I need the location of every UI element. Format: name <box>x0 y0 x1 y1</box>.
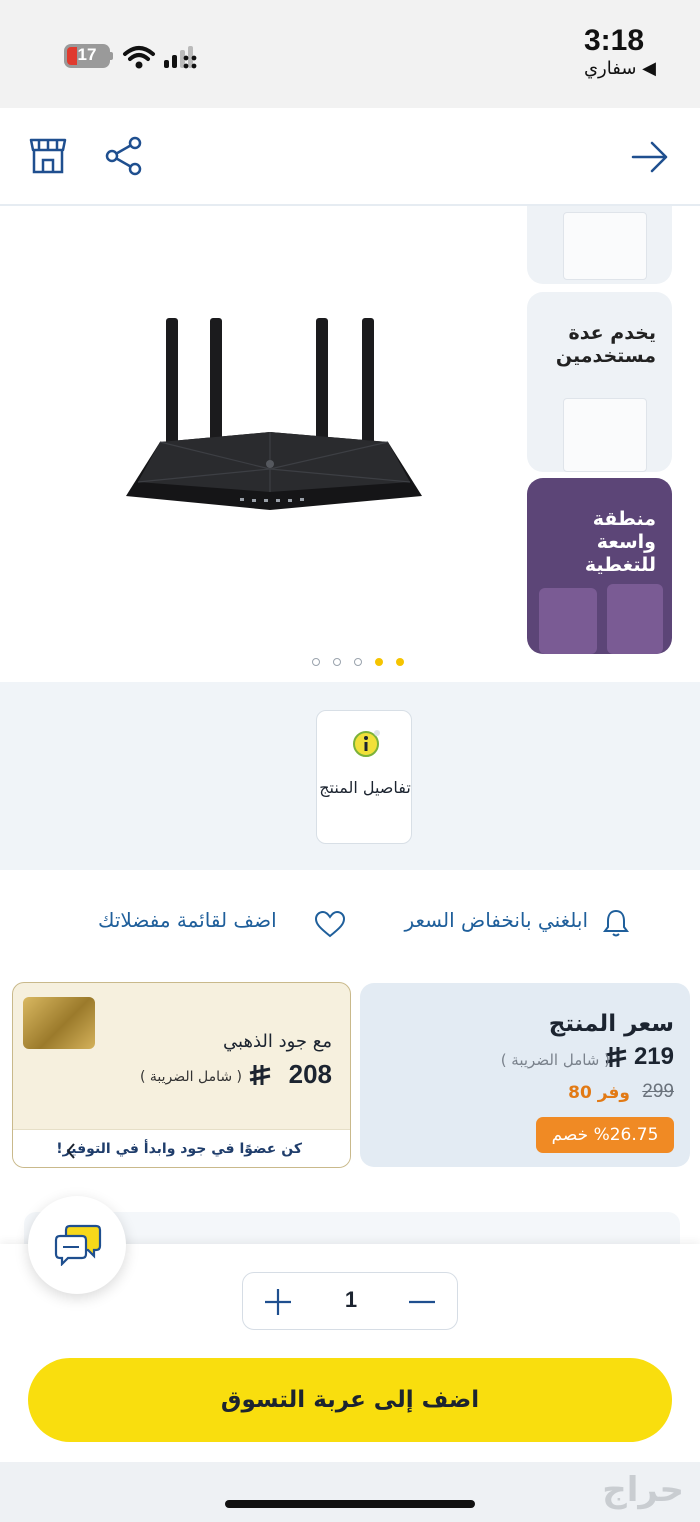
vat-note: ( شامل الضريبة ) <box>500 1051 610 1069</box>
gold-vat-note: ( شامل الضريبة ) <box>139 1069 242 1085</box>
wishlist-link[interactable]: اضف لقائمة مفضلاتك <box>98 908 277 932</box>
quantity-stepper: 1 <box>242 1272 458 1330</box>
price-card: سعر المنتج 219 ( شامل الضريبة ) 299 وفر … <box>360 983 690 1167</box>
gallery-thumb[interactable] <box>527 206 672 284</box>
forward-arrow-icon[interactable] <box>630 140 670 174</box>
cart-sheet: 1 اضف إلى عربة التسوق <box>0 1244 700 1522</box>
heart-icon[interactable] <box>314 910 346 938</box>
minus-icon[interactable] <box>407 1287 437 1317</box>
store-icon[interactable] <box>28 136 68 176</box>
chat-bubbles-icon <box>54 1224 102 1266</box>
clock: 3:18 <box>583 24 644 57</box>
battery-level: 17 <box>77 45 97 64</box>
chat-button[interactable] <box>28 1196 126 1294</box>
gold-membership-card[interactable]: مع جود الذهبي 208 ( شامل الضريبة ) كن عض… <box>12 982 351 1168</box>
gold-price: 208 <box>288 1059 332 1089</box>
share-icon[interactable] <box>104 136 144 176</box>
gallery-pagination <box>0 658 700 672</box>
signal-icon <box>164 46 197 69</box>
page-dot[interactable] <box>333 658 341 666</box>
gallery-thumb[interactable]: منطقة واسعة للتغطية <box>527 478 672 654</box>
back-to-safari-link[interactable]: ◀ سفاري <box>584 58 656 79</box>
home-indicator[interactable] <box>225 1500 475 1508</box>
bottom-strip <box>0 1462 700 1522</box>
price-title: سعر المنتج <box>548 1011 674 1037</box>
bell-icon <box>603 909 629 937</box>
saving-amount: وفر 80 <box>568 1083 630 1103</box>
info-icon <box>353 730 380 757</box>
gallery-thumb[interactable]: يخدم عدة مستخدمين <box>527 292 672 472</box>
current-price: 219 <box>633 1043 674 1070</box>
discount-badge: %26.75 خصم <box>536 1117 674 1153</box>
plus-icon[interactable] <box>263 1287 293 1317</box>
gold-card-image <box>23 997 95 1049</box>
status-bar: 17 3:18 ◀ سفاري <box>0 0 700 108</box>
thumb-label: منطقة واسعة للتغطية <box>584 508 656 576</box>
battery-icon: 17 <box>64 44 113 68</box>
gold-footer-text: كن عضوًا في جود وابدأ في التوفير! <box>56 1141 302 1157</box>
thumb-label: يخدم عدة مستخدمين <box>555 322 656 367</box>
old-price: 299 <box>642 1081 674 1102</box>
chevron-left-icon <box>66 1143 75 1159</box>
page-dot[interactable] <box>354 658 362 666</box>
page-dot-active[interactable] <box>375 658 383 666</box>
quantity-value[interactable]: 1 <box>331 1287 371 1313</box>
haraj-watermark: حراج <box>602 1470 684 1510</box>
add-to-cart-button[interactable]: اضف إلى عربة التسوق <box>28 1358 672 1442</box>
alerts-row: ابلغني بانخفاض السعر اضف لقائمة مفضلاتك <box>0 870 700 980</box>
details-label: تفاصيل المنتج <box>319 778 411 797</box>
router-image <box>126 318 422 510</box>
page-dot[interactable] <box>312 658 320 666</box>
gold-signup-link[interactable]: كن عضوًا في جود وابدأ في التوفير! <box>13 1129 350 1167</box>
riyal-icon <box>249 1065 271 1085</box>
wifi-icon <box>123 46 155 69</box>
top-nav <box>0 108 700 206</box>
price-drop-alert-link[interactable]: ابلغني بانخفاض السعر <box>404 908 588 932</box>
gold-title: مع جود الذهبي <box>223 1031 332 1052</box>
page-dot-active[interactable] <box>396 658 404 666</box>
product-gallery[interactable]: يخدم عدة مستخدمين منطقة واسعة للتغطية <box>0 206 700 682</box>
details-section: تفاصيل المنتج <box>0 682 700 870</box>
product-details-button[interactable]: تفاصيل المنتج <box>316 710 412 844</box>
